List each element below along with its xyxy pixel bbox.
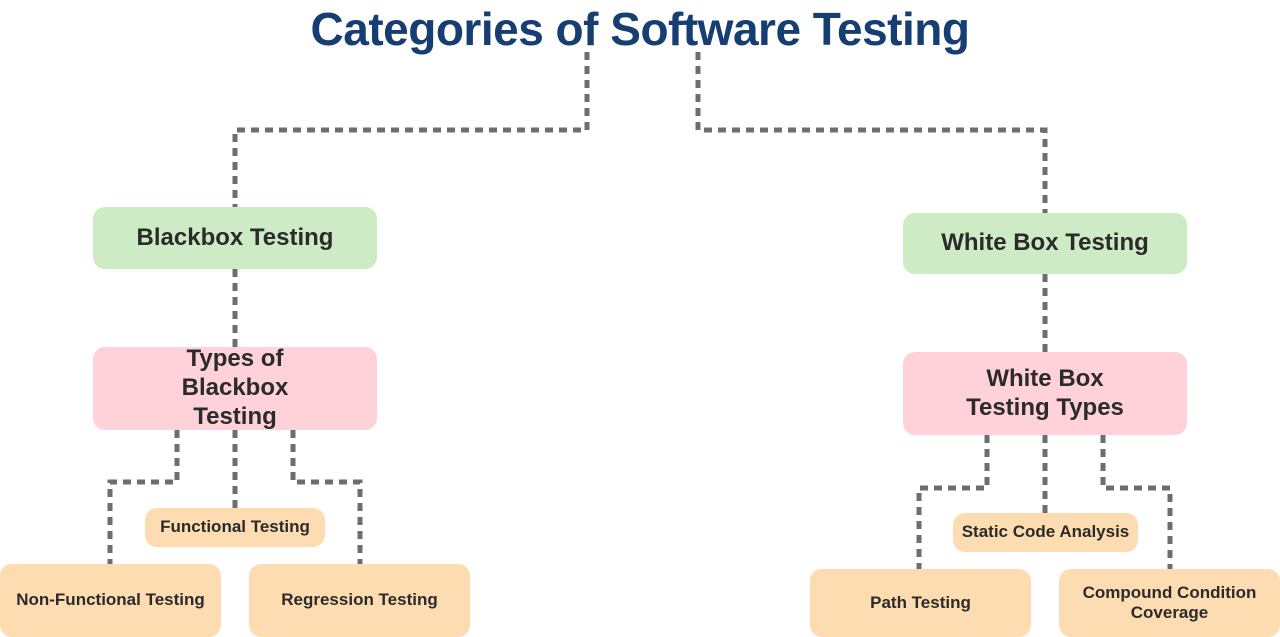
types-of-blackbox-testing-node: Types of Blackbox Testing — [93, 345, 377, 430]
regression-testing-node: Regression Testing — [249, 564, 470, 637]
blackbox-testing-node: Blackbox Testing — [93, 207, 377, 269]
white-box-testing-node: White Box Testing — [903, 213, 1187, 274]
connector-title-to-whitebox — [695, 52, 1048, 213]
path-testing-node: Path Testing — [810, 569, 1031, 637]
functional-testing-node: Functional Testing — [145, 508, 325, 547]
compound-condition-coverage-node: Compound Condition Coverage — [1059, 569, 1280, 637]
white-box-testing-types-node: White Box Testing Types — [903, 352, 1187, 435]
connector-title-to-blackbox — [232, 52, 590, 207]
non-functional-testing-node: Non-Functional Testing — [0, 564, 221, 637]
static-code-analysis-node: Static Code Analysis — [953, 513, 1138, 552]
